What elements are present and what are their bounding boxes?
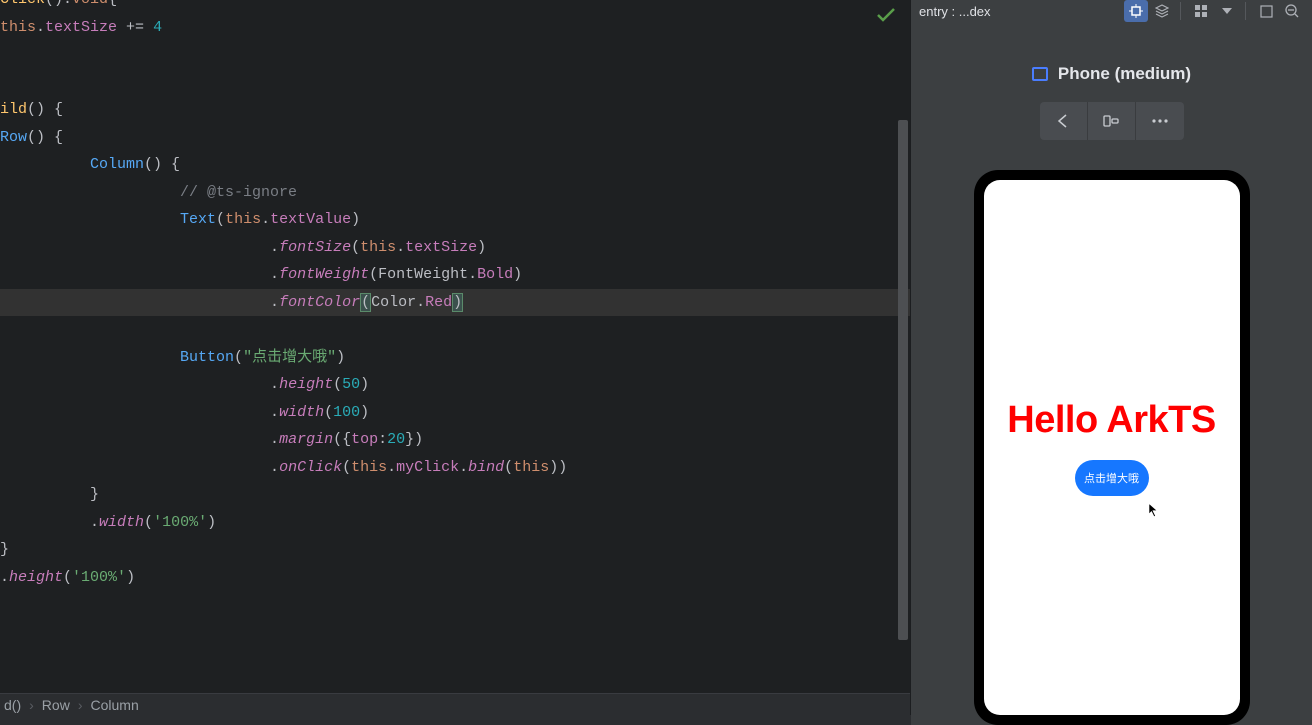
phone-frame: Hello ArkTS 点击增大哦 bbox=[974, 170, 1250, 725]
breadcrumb[interactable]: d() › Row › Column bbox=[0, 693, 910, 715]
phone-screen[interactable]: Hello ArkTS 点击增大哦 bbox=[984, 180, 1240, 715]
more-button[interactable] bbox=[1136, 102, 1184, 140]
code-line[interactable]: } bbox=[0, 536, 910, 564]
device-label-text: Phone (medium) bbox=[1058, 64, 1191, 84]
preview-title: entry : ...dex bbox=[919, 4, 1122, 19]
code-line[interactable]: .fontColor(Color.Red) bbox=[0, 289, 910, 317]
device-label: Phone (medium) bbox=[1032, 64, 1191, 84]
code-line[interactable]: .fontWeight(FontWeight.Bold) bbox=[0, 261, 910, 289]
code-line[interactable] bbox=[0, 316, 910, 344]
code-line[interactable]: Click():void{ bbox=[0, 0, 910, 14]
code-line[interactable]: // @ts-ignore bbox=[0, 179, 910, 207]
cursor-icon bbox=[1148, 502, 1160, 518]
separator bbox=[1180, 2, 1181, 20]
code-line[interactable]: this.textSize += 4 bbox=[0, 14, 910, 42]
preview-button-label: 点击增大哦 bbox=[1084, 470, 1139, 486]
code-line[interactable]: .height('100%') bbox=[0, 564, 910, 592]
code-line[interactable] bbox=[0, 41, 910, 69]
code-line[interactable]: } bbox=[0, 481, 910, 509]
breadcrumb-item[interactable]: Row bbox=[42, 697, 70, 713]
inspect-mode-button[interactable] bbox=[1124, 0, 1148, 22]
preview-text: Hello ArkTS bbox=[1007, 399, 1215, 442]
nav-back-button[interactable] bbox=[1040, 102, 1088, 140]
breadcrumb-item[interactable]: d() bbox=[4, 697, 21, 713]
breadcrumb-item[interactable]: Column bbox=[90, 697, 138, 713]
preview-button[interactable]: 点击增大哦 bbox=[1075, 460, 1149, 496]
code-line[interactable]: ild() { bbox=[0, 96, 910, 124]
breadcrumb-sep-icon: › bbox=[78, 697, 83, 713]
device-icon bbox=[1032, 67, 1048, 81]
code-editor-pane[interactable]: Click():void{this.textSize += 4ild() {Ro… bbox=[0, 0, 910, 715]
layers-button[interactable] bbox=[1150, 0, 1174, 22]
code-line[interactable]: Text(this.textValue) bbox=[0, 206, 910, 234]
code-line[interactable]: Button("点击增大哦") bbox=[0, 344, 910, 372]
code-line[interactable]: .margin({top:20}) bbox=[0, 426, 910, 454]
rotate-button[interactable] bbox=[1088, 102, 1136, 140]
code-line[interactable]: .fontSize(this.textSize) bbox=[0, 234, 910, 262]
scrollbar-thumb[interactable] bbox=[898, 120, 908, 640]
breadcrumb-sep-icon: › bbox=[29, 697, 34, 713]
code-area[interactable]: Click():void{this.textSize += 4 ild() {Ro… bbox=[0, 0, 910, 591]
device-toolbar bbox=[1040, 102, 1184, 140]
separator bbox=[1245, 2, 1246, 20]
code-line[interactable] bbox=[0, 69, 910, 97]
zoom-out-button[interactable] bbox=[1280, 0, 1304, 22]
preview-header: entry : ...dex bbox=[911, 0, 1312, 22]
code-line[interactable]: Column() { bbox=[0, 151, 910, 179]
code-line[interactable]: .width('100%') bbox=[0, 509, 910, 537]
preview-pane: entry : ...dex Phone (medium) bbox=[910, 0, 1312, 715]
layout-grid-button[interactable] bbox=[1189, 0, 1213, 22]
preview-body: Phone (medium) Hello ArkTS 点击增大哦 bbox=[911, 22, 1312, 725]
dropdown-button[interactable] bbox=[1215, 0, 1239, 22]
code-line[interactable]: .width(100) bbox=[0, 399, 910, 427]
code-line[interactable]: .onClick(this.myClick.bind(this)) bbox=[0, 454, 910, 482]
code-line[interactable]: Row() { bbox=[0, 124, 910, 152]
editor-scrollbar[interactable] bbox=[896, 0, 910, 715]
code-line[interactable]: .height(50) bbox=[0, 371, 910, 399]
crop-button[interactable] bbox=[1254, 0, 1278, 22]
